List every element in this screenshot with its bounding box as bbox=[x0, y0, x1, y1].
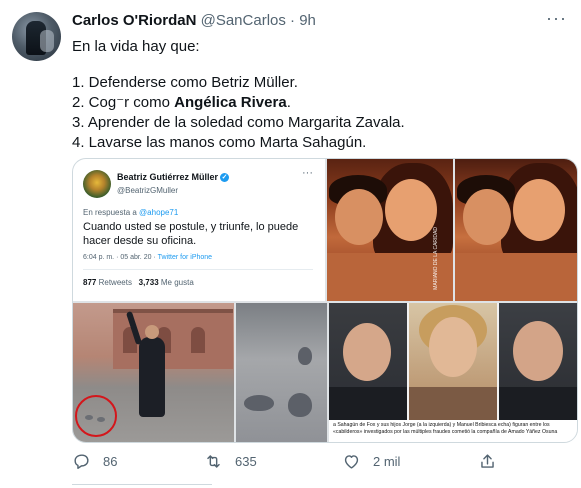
retweet-button[interactable]: 635 bbox=[204, 452, 257, 471]
photo-woman bbox=[139, 325, 165, 417]
like-button[interactable]: 2 mil bbox=[342, 452, 400, 471]
share-button[interactable] bbox=[478, 452, 509, 471]
embedded-reply-context: En respuesta a @ahope71 bbox=[83, 208, 178, 217]
embedded-retweets-count: 877 bbox=[83, 278, 97, 287]
portrait-suit bbox=[329, 387, 407, 421]
photo-plaza-woman bbox=[73, 303, 234, 442]
portrait-face bbox=[513, 321, 563, 381]
embedded-author-name: Beatriz Gutiérrez Müller ✓ bbox=[117, 172, 230, 183]
embedded-likes-label: Me gusta bbox=[160, 278, 194, 287]
tweet-line-2-bold: Angélica Rivera bbox=[174, 94, 287, 111]
author-avatar[interactable] bbox=[12, 12, 61, 61]
embedded-author-handle: @BeatrizGMuller bbox=[117, 186, 179, 195]
reply-count: 86 bbox=[103, 454, 118, 469]
photo-pigeon bbox=[298, 347, 312, 365]
embedded-avatar bbox=[83, 170, 111, 198]
author-handle[interactable]: @SanCarlos bbox=[201, 12, 286, 29]
embedded-tweet-meta: 6:04 p. m. · 05 abr. 20 · Twitter for iP… bbox=[83, 254, 212, 261]
like-icon bbox=[344, 455, 359, 469]
tweet-media[interactable]: Beatriz Gutiérrez Müller ✓ @BeatrizGMulle… bbox=[72, 158, 578, 443]
photo-portraits: a Sahagún de Fox y sus hijos Jorge (a la… bbox=[329, 303, 577, 442]
reply-icon bbox=[74, 454, 89, 469]
tweet-line-intro: En la vida hay que: bbox=[72, 38, 200, 55]
more-dots-icon[interactable]: ··· bbox=[546, 8, 567, 29]
tweet-header: Carlos O'RiordaN @SanCarlos · 9h bbox=[72, 12, 316, 29]
embedded-reply-mention: @ahope71 bbox=[139, 208, 179, 217]
photo-watermark: MARIANO DE LA CARIDAD bbox=[433, 227, 439, 290]
tweet-line-3: 3. Aprender de la soledad como Margarita… bbox=[72, 114, 405, 131]
embedded-meta-source: Twitter for iPhone bbox=[157, 254, 213, 261]
tweet-text: En la vida hay que: 1. Defenderse como B… bbox=[72, 37, 567, 153]
author-name[interactable]: Carlos O'RiordaN bbox=[72, 12, 196, 29]
tweet-line-2-suffix: . bbox=[286, 94, 291, 111]
portrait-suit bbox=[499, 387, 577, 421]
reply-button[interactable]: 86 bbox=[72, 452, 117, 471]
portrait-face bbox=[343, 323, 391, 381]
portrait-suit bbox=[409, 387, 497, 421]
embedded-stats: 877 Retweets 3,733 Me gusta bbox=[83, 278, 194, 287]
photo-face bbox=[463, 189, 511, 245]
photo-face bbox=[385, 179, 437, 241]
portrait-right bbox=[499, 303, 577, 421]
tweet-actions: 86 635 2 mil bbox=[72, 452, 567, 476]
avatar-figure-highlight bbox=[40, 30, 54, 52]
tweet-timestamp[interactable]: 9h bbox=[299, 12, 316, 29]
photo-pigeon bbox=[244, 395, 274, 411]
embedded-author-name-text: Beatriz Gutiérrez Müller bbox=[117, 172, 219, 182]
portrait-left bbox=[329, 303, 407, 421]
tweet-line-2: 2. Cog⁻r como Angélica Rivera. bbox=[72, 93, 567, 113]
embedded-tweet-card[interactable]: Beatriz Gutiérrez Müller ✓ @BeatrizGMulle… bbox=[73, 159, 325, 301]
embedded-reply-prefix: En respuesta a bbox=[83, 208, 140, 217]
retweet-count: 635 bbox=[235, 454, 257, 469]
embedded-divider bbox=[83, 269, 313, 270]
portrait-center bbox=[409, 303, 497, 421]
next-tweet-cutoff bbox=[72, 484, 212, 488]
tweet-line-1: 1. Defenderse como Betriz Müller. bbox=[72, 74, 298, 91]
embedded-more-icon: ··· bbox=[302, 167, 313, 179]
header-separator: · bbox=[290, 12, 296, 29]
photo-body bbox=[455, 253, 577, 301]
tweet-line-2-prefix: 2. Cog⁻r como bbox=[72, 94, 175, 111]
share-icon bbox=[481, 454, 494, 468]
photo-face bbox=[335, 189, 383, 245]
photo-pigeons bbox=[236, 303, 327, 442]
retweet-icon bbox=[207, 455, 220, 468]
verified-badge-icon: ✓ bbox=[220, 173, 230, 183]
like-count: 2 mil bbox=[373, 454, 401, 469]
embedded-meta-time: 6:04 p. m. · 05 abr. 20 · bbox=[83, 254, 158, 261]
tweet-line-4: 4. Lavarse las manos como Marta Sahagún. bbox=[72, 134, 367, 151]
portrait-face bbox=[429, 317, 477, 377]
photo-pigeon bbox=[288, 393, 312, 417]
embedded-retweets-label: Retweets bbox=[98, 278, 132, 287]
photo-couple-2 bbox=[455, 159, 577, 301]
embedded-likes-count: 3,733 bbox=[138, 278, 159, 287]
photo-face bbox=[513, 179, 565, 241]
photo-caption: a Sahagún de Fox y sus hijos Jorge (a la… bbox=[329, 420, 577, 442]
photo-couple-1: MARIANO DE LA CARIDAD bbox=[327, 159, 453, 301]
embedded-tweet-text: Cuando usted se postule, y triunfe, lo p… bbox=[83, 221, 299, 247]
red-circle-highlight bbox=[75, 395, 117, 437]
